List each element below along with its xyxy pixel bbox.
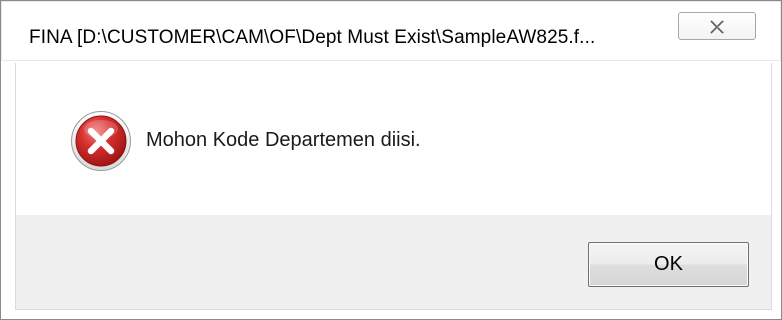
button-bar: OK bbox=[15, 215, 772, 310]
close-icon bbox=[710, 20, 725, 34]
window-title: FINA [D:\CUSTOMER\CAM\OF\Dept Must Exist… bbox=[29, 27, 596, 48]
error-icon bbox=[71, 111, 131, 171]
ok-button[interactable]: OK bbox=[588, 242, 749, 287]
message-dialog: FINA [D:\CUSTOMER\CAM\OF\Dept Must Exist… bbox=[0, 0, 782, 320]
message-text: Mohon Kode Departemen diisi. bbox=[146, 129, 421, 151]
message-area: Mohon Kode Departemen diisi. bbox=[15, 63, 772, 215]
title-bar[interactable]: FINA [D:\CUSTOMER\CAM\OF\Dept Must Exist… bbox=[1, 1, 781, 61]
close-button[interactable] bbox=[678, 12, 756, 40]
